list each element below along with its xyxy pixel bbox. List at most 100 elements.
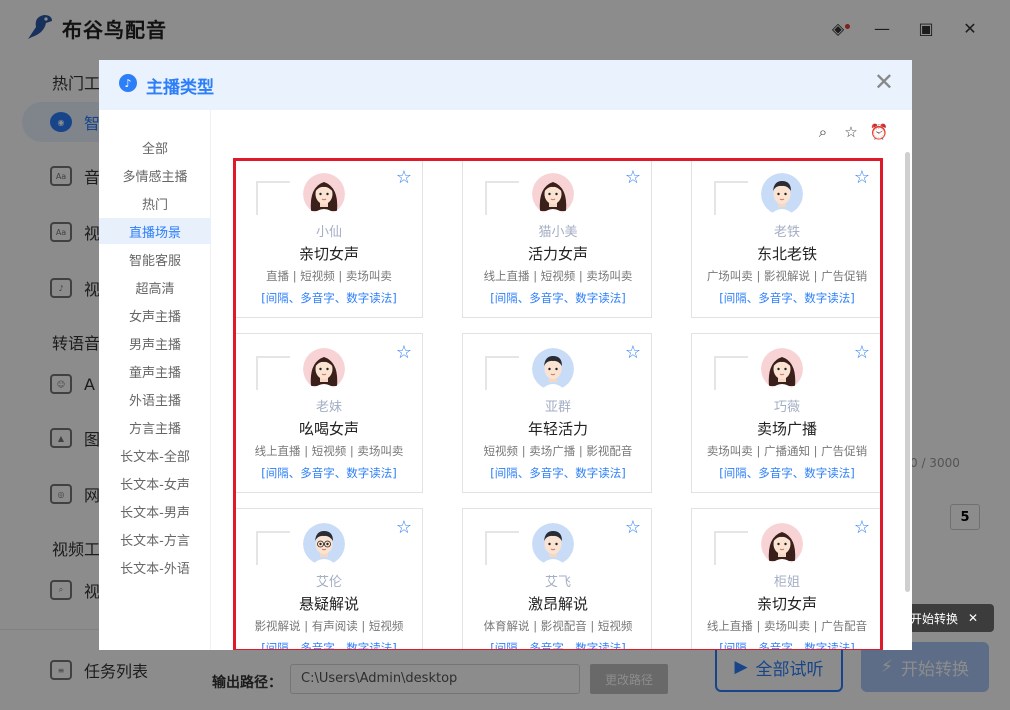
voice-features[interactable]: [间隔、多音字、数字读法] xyxy=(692,465,880,481)
voice-avatar xyxy=(303,523,345,565)
voice-style: 东北老铁 xyxy=(756,245,817,263)
voice-card[interactable]: ☆ 小仙亲切女声直播 | 短视频 | 卖场叫卖 [间隔、多音字、数字读法] xyxy=(236,161,424,318)
voice-name: 小仙 xyxy=(315,225,342,240)
voice-style: 亲切女声 xyxy=(756,595,817,613)
voice-features[interactable]: [间隔、多音字、数字读法] xyxy=(236,290,424,306)
voice-card-grid: ☆ 小仙 亲切女声 直播 | 短视频 | 卖场叫卖 [间隔、多音字、数字读法] ☆ 猫小美活… xyxy=(233,158,883,650)
voice-avatar xyxy=(761,173,803,215)
voice-tags: 体育解说 | 影视配音 | 短视频 xyxy=(483,619,633,633)
card-corner-decoration xyxy=(256,356,290,390)
voice-avatar xyxy=(532,523,574,565)
voice-features[interactable]: [间隔、多音字、数字读法] xyxy=(692,640,880,649)
voice-type-dialog: ♪ 主播类型 ✕ 全部 多情感主播 热门 直播场景 智能客服 超高清 女声主播 男声主播 童声主… xyxy=(99,60,912,650)
start-convert-tooltip: 开始转换 ✕ xyxy=(900,604,994,632)
category-item[interactable]: 童声主播 xyxy=(99,358,211,384)
alarm-clock-icon[interactable]: ⏰ xyxy=(870,123,889,141)
category-item[interactable]: 男声主播 xyxy=(99,330,211,356)
music-note-icon: ♪ xyxy=(119,74,137,92)
voice-card[interactable]: ☆ 艾飞激昂解说体育解说 | 影视配音 | 短视频 [间隔、多音字、数字读法] xyxy=(462,508,653,649)
voice-name: 老铁 xyxy=(773,225,800,240)
voice-avatar xyxy=(303,173,345,215)
voice-avatar xyxy=(761,348,803,390)
dialog-close-icon[interactable]: ✕ xyxy=(874,70,894,94)
card-corner-decoration xyxy=(485,356,519,390)
voice-card[interactable]: ☆ 巧薇卖场广播卖场叫卖 | 广播通知 | 广告促销 [间隔、多音字、数字读法] xyxy=(691,333,880,493)
voice-name: 柜姐 xyxy=(773,575,800,590)
category-item[interactable]: 热门 xyxy=(99,190,211,216)
card-corner-decoration xyxy=(256,531,290,565)
card-corner-decoration xyxy=(485,181,519,215)
voice-tags: 线上直播 | 短视频 | 卖场叫卖 xyxy=(254,444,404,458)
voice-card[interactable]: ☆ 老铁 东北老铁 广场叫卖 | 影视解说 | 广告促销 [间隔、多音字、数字读法] xyxy=(691,161,880,318)
category-item[interactable]: 多情感主播 xyxy=(99,162,211,188)
category-item[interactable]: 全部 xyxy=(99,134,211,160)
voice-name: 艾飞 xyxy=(544,575,571,590)
category-item[interactable]: 方言主播 xyxy=(99,414,211,440)
voice-style: 亲切女声 xyxy=(298,245,359,263)
voice-tags: 影视解说 | 有声阅读 | 短视频 xyxy=(254,619,404,633)
tooltip-text: 开始转换 xyxy=(910,611,959,626)
voice-name: 猫小美 xyxy=(538,225,578,240)
voice-features[interactable]: [间隔、多音字、数字读法] xyxy=(236,640,424,649)
favorite-star-icon[interactable]: ☆ xyxy=(625,342,641,363)
voice-avatar xyxy=(761,523,803,565)
category-item[interactable]: 长文本-方言 xyxy=(99,526,211,552)
category-item[interactable]: 长文本-女声 xyxy=(99,470,211,496)
dialog-header: ♪ 主播类型 ✕ xyxy=(99,60,912,110)
voice-name: 亚群 xyxy=(544,400,571,415)
voice-name: 巧薇 xyxy=(773,400,800,415)
voice-features[interactable]: [间隔、多音字、数字读法] xyxy=(236,465,424,481)
favorite-star-icon[interactable]: ☆ xyxy=(625,517,641,538)
favorite-star-icon[interactable]: ☆ xyxy=(854,342,870,363)
category-item[interactable]: 长文本-外语 xyxy=(99,554,211,580)
voice-style: 年轻活力 xyxy=(527,420,588,438)
favorite-star-icon[interactable]: ☆ xyxy=(854,167,870,188)
card-corner-decoration xyxy=(485,531,519,565)
voice-style: 吆喝女声 xyxy=(298,420,359,438)
card-corner-decoration xyxy=(714,181,748,215)
tooltip-close-icon[interactable]: ✕ xyxy=(968,611,978,625)
category-item[interactable]: 超高清 xyxy=(99,274,211,300)
category-item[interactable]: 直播场景 xyxy=(99,218,211,244)
category-list: 全部 多情感主播 热门 直播场景 智能客服 超高清 女声主播 男声主播 童声主播 外语主播 方言主播… xyxy=(99,110,211,650)
voice-tags: 线上直播 | 短视频 | 卖场叫卖 xyxy=(483,269,633,283)
voice-card[interactable]: ☆ 猫小美活力女声线上直播 | 短视频 | 卖场叫卖 [间隔、多音字、数字读法] xyxy=(462,161,653,318)
voice-tags: 短视频 | 卖场广播 | 影视配音 xyxy=(483,444,633,458)
voice-style: 活力女声 xyxy=(527,245,588,263)
dialog-toolbar: ⌕ ☆ ⏰ xyxy=(815,123,889,141)
scrollbar[interactable] xyxy=(905,152,910,592)
favorite-star-icon[interactable]: ☆ xyxy=(854,517,870,538)
search-icon[interactable]: ⌕ xyxy=(815,123,831,141)
favorite-star-icon[interactable]: ☆ xyxy=(625,167,641,188)
card-corner-decoration xyxy=(256,181,290,215)
voice-avatar xyxy=(532,348,574,390)
voice-features[interactable]: [间隔、多音字、数字读法] xyxy=(692,290,880,306)
voice-tags: 线上直播 | 卖场叫卖 | 广告配音 xyxy=(706,619,868,633)
voice-style: 激昂解说 xyxy=(527,595,588,613)
category-item[interactable]: 女声主播 xyxy=(99,302,211,328)
card-corner-decoration xyxy=(714,531,748,565)
voice-tags: 卖场叫卖 | 广播通知 | 广告促销 xyxy=(706,444,868,458)
voice-style: 卖场广播 xyxy=(756,420,817,438)
voice-card[interactable]: ☆ 亚群年轻活力短视频 | 卖场广播 | 影视配音 [间隔、多音字、数字读法] xyxy=(462,333,652,493)
voice-name: 艾伦 xyxy=(315,575,342,590)
favorite-star-icon[interactable]: ☆ xyxy=(396,167,412,188)
category-item[interactable]: 长文本-男声 xyxy=(99,498,211,524)
voice-name: 老妹 xyxy=(315,400,342,415)
dialog-title: 主播类型 xyxy=(146,78,214,98)
voice-card[interactable]: ☆ 老妹吆喝女声线上直播 | 短视频 | 卖场叫卖 [间隔、多音字、数字读法] xyxy=(236,333,424,493)
voice-avatar xyxy=(532,173,574,215)
favorite-star-icon[interactable]: ☆ xyxy=(396,342,412,363)
category-item[interactable]: 长文本-全部 xyxy=(99,442,211,468)
voice-card[interactable]: ☆ 柜姐亲切女声线上直播 | 卖场叫卖 | 广告配音 [间隔、多音字、数字读法] xyxy=(691,508,880,649)
category-item[interactable]: 外语主播 xyxy=(99,386,211,412)
voice-style: 悬疑解说 xyxy=(298,595,359,613)
voice-features[interactable]: [间隔、多音字、数字读法] xyxy=(463,640,653,649)
star-icon[interactable]: ☆ xyxy=(843,123,859,141)
favorite-star-icon[interactable]: ☆ xyxy=(396,517,412,538)
voice-features[interactable]: [间隔、多音字、数字读法] xyxy=(463,465,653,481)
voice-features[interactable]: [间隔、多音字、数字读法] xyxy=(463,290,653,306)
voice-tags: 直播 | 短视频 | 卖场叫卖 xyxy=(266,269,392,283)
voice-card[interactable]: ☆ 艾伦悬疑解说影视解说 | 有声阅读 | 短视频 [间隔、多音字、数字读法] xyxy=(236,508,424,649)
category-item[interactable]: 智能客服 xyxy=(99,246,211,272)
